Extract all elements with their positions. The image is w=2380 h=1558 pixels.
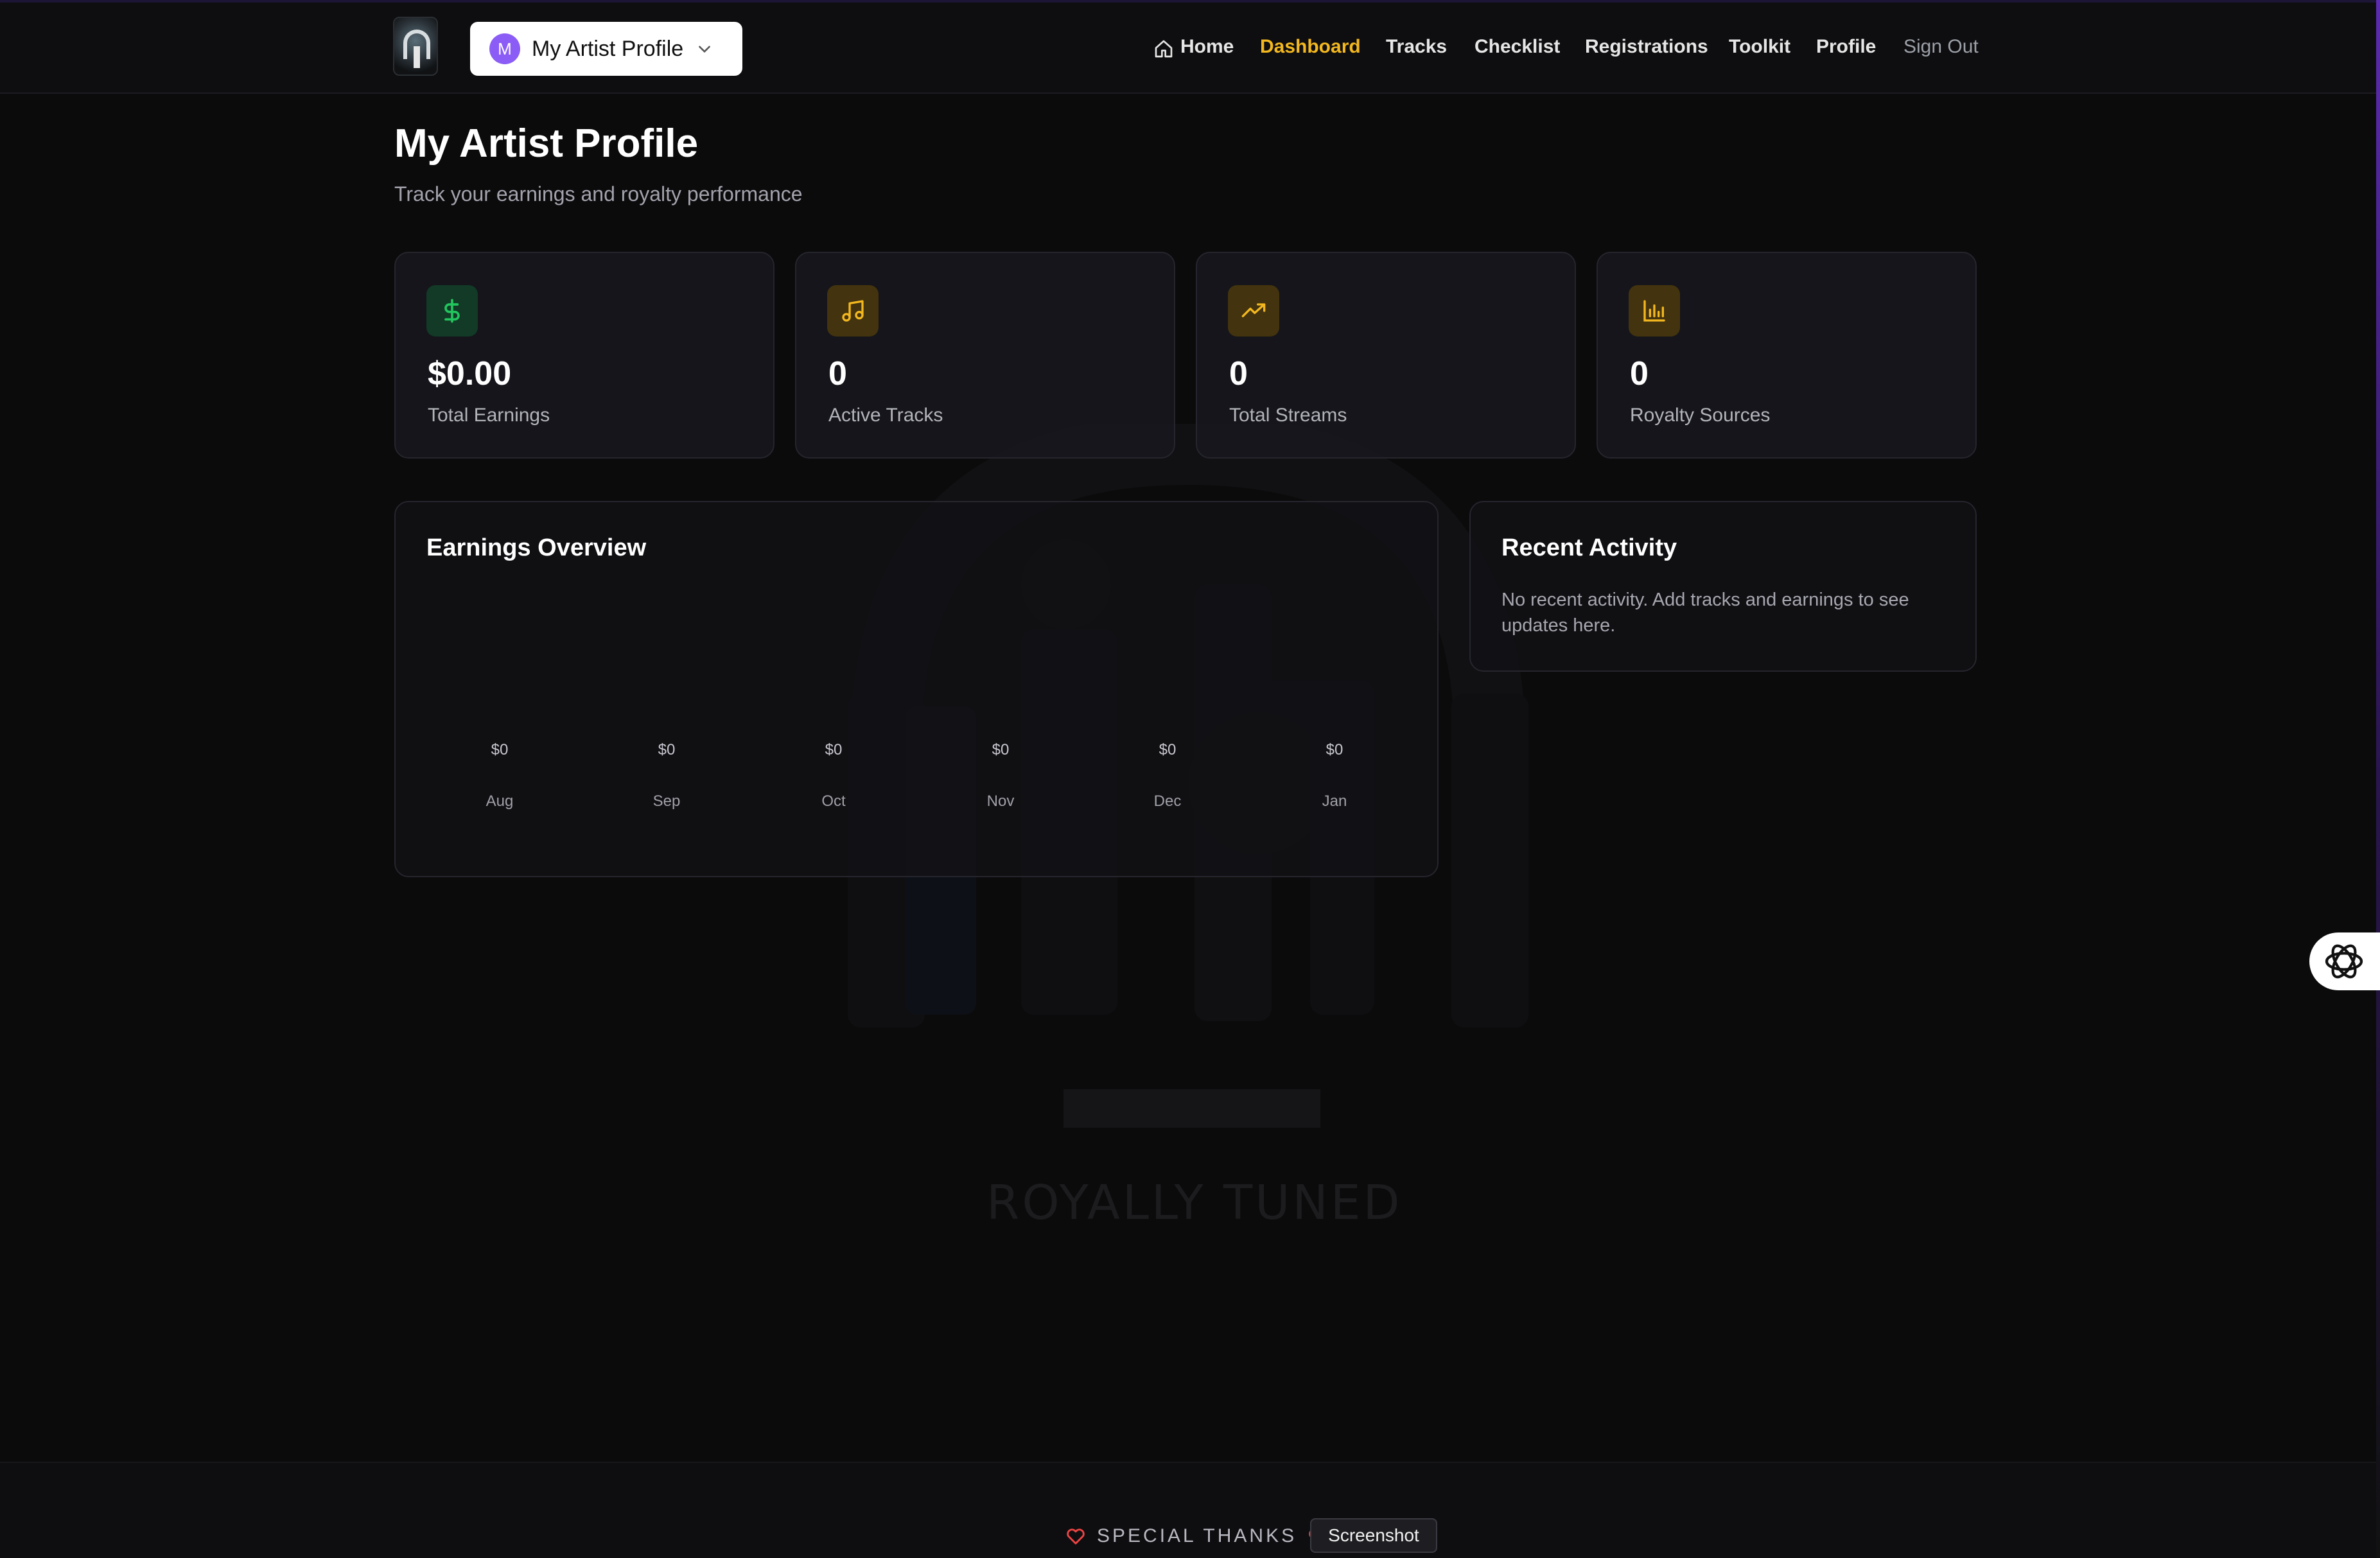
chart-value-label: $0 [1159,741,1177,758]
stat-card-royalty-sources: 0 Royalty Sources [1597,252,1977,459]
chart-category-label: Jan [1322,792,1347,810]
page-subtitle: Track your earnings and royalty performa… [394,182,803,206]
watermark-text: ROYALLY TUNED [986,1175,1403,1230]
special-thanks: SPECIAL THANKS [1065,1523,1329,1549]
chart-category-label: Aug [486,792,514,810]
stat-card-total-earnings: $0.00 Total Earnings [394,252,774,459]
app-logo[interactable] [393,17,438,76]
special-thanks-label: SPECIAL THANKS [1097,1525,1297,1546]
nav-sign-out[interactable]: Sign Out [1903,36,1979,64]
chart-value-label: $0 [825,741,843,758]
stat-value: 0 [1229,355,1248,392]
assistant-launcher-button[interactable] [2309,932,2380,990]
nav-tracks[interactable]: Tracks [1386,36,1447,64]
profile-avatar: M [489,33,520,64]
screenshot-tooltip: Screenshot [1310,1518,1437,1553]
stat-value: 0 [828,355,847,392]
openai-icon [2325,944,2363,979]
chart-category-label: Oct [821,792,846,810]
nav-profile[interactable]: Profile [1816,36,1876,64]
recent-activity-panel: Recent Activity No recent activity. Add … [1469,501,1977,672]
chart-value-label: $0 [992,741,1010,758]
nav-home[interactable]: Home [1180,36,1234,64]
nav-toolkit[interactable]: Toolkit [1729,36,1790,64]
home-icon [1155,40,1173,58]
stat-label: Total Earnings [428,405,550,426]
trending-up-icon [1228,285,1279,337]
heart-icon [1067,1528,1085,1545]
stat-value: $0.00 [428,355,512,392]
chart-category-label: Sep [652,792,681,810]
chart-value-label: $0 [491,741,509,758]
stat-value: 0 [1630,355,1649,392]
chevron-down-icon [699,46,711,53]
chart-category-label: Dec [1153,792,1182,810]
stat-label: Royalty Sources [1630,405,1771,426]
earnings-overview-title: Earnings Overview [426,534,647,561]
recent-activity-empty-text: No recent activity. Add tracks and earni… [1501,590,1909,636]
nav-dashboard[interactable]: Dashboard [1260,36,1361,64]
chart-category-label: Nov [986,792,1015,810]
page-title: My Artist Profile [394,121,699,166]
watermark-bar [1063,1089,1320,1128]
stat-label: Active Tracks [828,405,943,426]
right-edge-gradient [2376,0,2380,1558]
bar-chart-icon [1629,285,1680,337]
stat-label: Total Streams [1229,405,1347,426]
nav-registrations[interactable]: Registrations [1585,36,1708,64]
earnings-overview-panel: Earnings Overview $0 Aug $0 Sep $0 Oct $0 Nov $0… [394,501,1439,877]
chart-value-label: $0 [1326,741,1343,758]
nav-checklist[interactable]: Checklist [1474,36,1560,64]
dollar-icon [426,285,478,337]
recent-activity-title: Recent Activity [1501,534,1677,561]
stat-card-total-streams: 0 Total Streams [1196,252,1576,459]
profile-selector-button[interactable]: M My Artist Profile [470,22,742,76]
top-nav-bar: M My Artist Profile Home Dashboard Track… [0,3,2376,94]
music-note-icon [827,285,879,337]
stat-card-active-tracks: 0 Active Tracks [795,252,1175,459]
chart-value-label: $0 [658,741,676,758]
profile-selector-label: My Artist Profile [532,36,684,61]
